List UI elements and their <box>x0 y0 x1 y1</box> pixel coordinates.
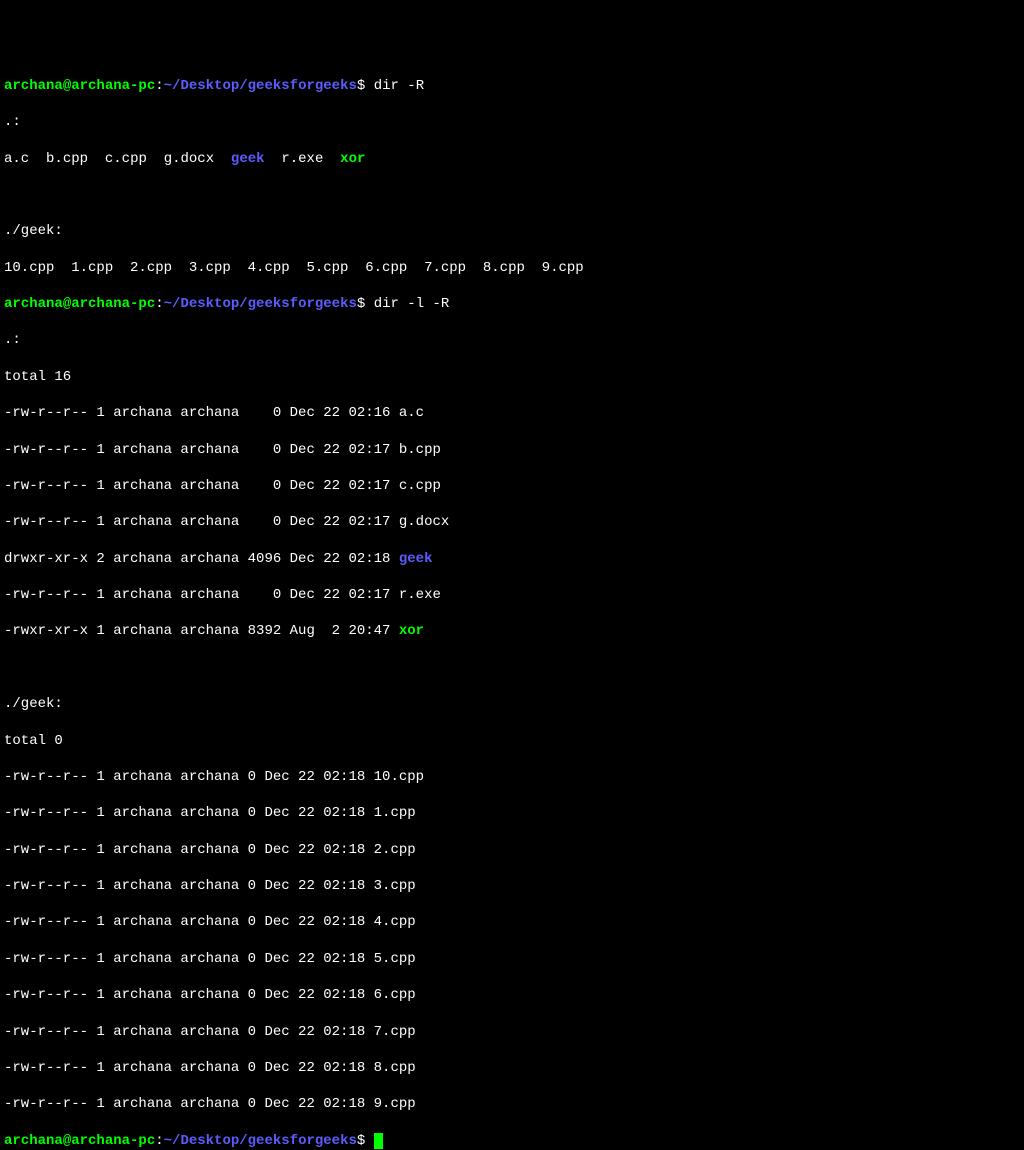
file-detail-row: -rwxr-xr-x 1 archana archana 8392 Aug 2 … <box>4 622 1020 640</box>
file-detail-row: drwxr-xr-x 2 archana archana 4096 Dec 22… <box>4 550 1020 568</box>
file-detail-row: -rw-r--r-- 1 archana archana 0 Dec 22 02… <box>4 1023 1020 1041</box>
prompt-colon: : <box>155 296 163 312</box>
file-detail-row: -rw-r--r-- 1 archana archana 0 Dec 22 02… <box>4 950 1020 968</box>
file-item: b.cpp <box>46 151 88 167</box>
prompt-path: ~/Desktop/geeksforgeeks <box>164 296 357 312</box>
prompt-dollar: $ <box>357 1133 365 1149</box>
prompt-path: ~/Desktop/geeksforgeeks <box>164 78 357 94</box>
prompt-line-2: archana@archana-pc:~/Desktop/geeksforgee… <box>4 295 1020 313</box>
command-1: dir -R <box>374 78 424 94</box>
prompt-colon: : <box>155 1133 163 1149</box>
command-2: dir -l -R <box>374 296 450 312</box>
file-name: b.cpp <box>399 442 441 458</box>
file-detail-row: -rw-r--r-- 1 archana archana 0 Dec 22 02… <box>4 477 1020 495</box>
output-subdir-header-2: ./geek: <box>4 695 1020 713</box>
output-header-1: .: <box>4 113 1020 131</box>
file-name: r.exe <box>399 587 441 603</box>
file-detail-row: -rw-r--r-- 1 archana archana 0 Dec 22 02… <box>4 404 1020 422</box>
output-header-2: .: <box>4 331 1020 349</box>
output-subdir-listing-1: 10.cpp 1.cpp 2.cpp 3.cpp 4.cpp 5.cpp 6.c… <box>4 259 1020 277</box>
prompt-line-3[interactable]: archana@archana-pc:~/Desktop/geeksforgee… <box>4 1132 1020 1150</box>
file-detail-row: -rw-r--r-- 1 archana archana 0 Dec 22 02… <box>4 877 1020 895</box>
cursor-icon <box>374 1133 383 1149</box>
prompt-host: archana-pc <box>71 1133 155 1149</box>
prompt-at: @ <box>63 78 71 94</box>
file-detail-row: -rw-r--r-- 1 archana archana 0 Dec 22 02… <box>4 586 1020 604</box>
file-name: g.docx <box>399 514 449 530</box>
file-detail-row: -rw-r--r-- 1 archana archana 0 Dec 22 02… <box>4 986 1020 1004</box>
prompt-host: archana-pc <box>71 78 155 94</box>
prompt-user: archana <box>4 1133 63 1149</box>
file-item: a.c <box>4 151 29 167</box>
file-detail-row: -rw-r--r-- 1 archana archana 0 Dec 22 02… <box>4 804 1020 822</box>
file-detail-row: -rw-r--r-- 1 archana archana 0 Dec 22 02… <box>4 841 1020 859</box>
file-detail-row: -rw-r--r-- 1 archana archana 0 Dec 22 02… <box>4 913 1020 931</box>
dir-item: geek <box>231 151 265 167</box>
prompt-at: @ <box>63 296 71 312</box>
prompt-line-1: archana@archana-pc:~/Desktop/geeksforgee… <box>4 77 1020 95</box>
exe-name: xor <box>399 623 424 639</box>
prompt-path: ~/Desktop/geeksforgeeks <box>164 1133 357 1149</box>
output-subdir-total-2: total 0 <box>4 732 1020 750</box>
file-detail-row: -rw-r--r-- 1 archana archana 0 Dec 22 02… <box>4 441 1020 459</box>
file-detail-row: -rw-r--r-- 1 archana archana 0 Dec 22 02… <box>4 768 1020 786</box>
prompt-user: archana <box>4 296 63 312</box>
exe-item: xor <box>340 151 365 167</box>
file-detail-row: -rw-r--r-- 1 archana archana 0 Dec 22 02… <box>4 1095 1020 1113</box>
file-item: c.cpp <box>105 151 147 167</box>
terminal[interactable]: archana@archana-pc:~/Desktop/geeksforgee… <box>4 77 1020 1150</box>
output-total-2: total 16 <box>4 368 1020 386</box>
file-detail-row: -rw-r--r-- 1 archana archana 0 Dec 22 02… <box>4 513 1020 531</box>
file-name: a.c <box>399 405 424 421</box>
file-item: r.exe <box>281 151 323 167</box>
dir-name: geek <box>399 551 433 567</box>
file-detail-row: -rw-r--r-- 1 archana archana 0 Dec 22 02… <box>4 1059 1020 1077</box>
prompt-at: @ <box>63 1133 71 1149</box>
prompt-host: archana-pc <box>71 296 155 312</box>
prompt-user: archana <box>4 78 63 94</box>
output-listing-1: a.c b.cpp c.cpp g.docx geek r.exe xor <box>4 150 1020 168</box>
output-subdir-header-1: ./geek: <box>4 222 1020 240</box>
file-item: g.docx <box>164 151 214 167</box>
file-name: c.cpp <box>399 478 441 494</box>
prompt-colon: : <box>155 78 163 94</box>
